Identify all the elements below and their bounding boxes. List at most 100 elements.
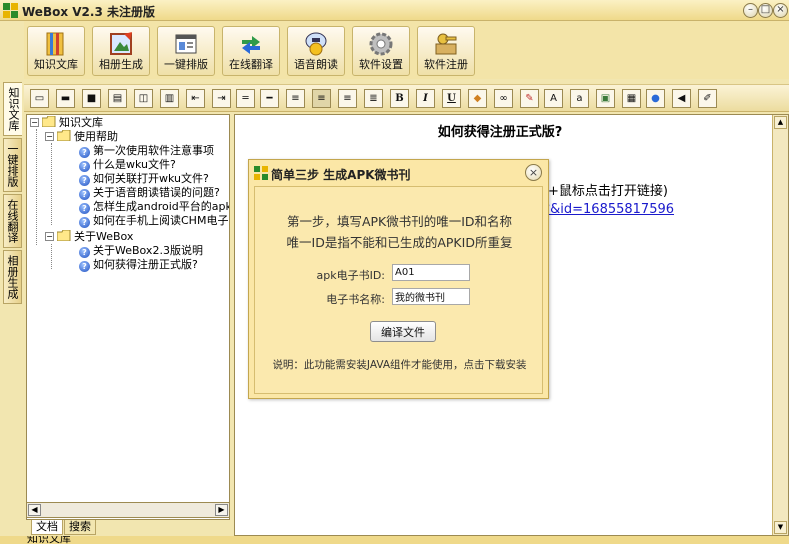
side-tab-album[interactable]: 相册生成 xyxy=(3,250,22,304)
font-button[interactable]: A xyxy=(544,89,563,108)
bold-button[interactable]: B xyxy=(390,89,409,108)
edit-image-button[interactable]: ✎ xyxy=(520,89,539,108)
print-button[interactable]: ▤ xyxy=(108,89,127,108)
align-left-button[interactable]: ≡ xyxy=(286,89,305,108)
clear-format-button[interactable]: ✐ xyxy=(698,89,717,108)
hr-thick-button[interactable]: ━ xyxy=(260,89,279,108)
tree-root[interactable]: − 知识文库 xyxy=(30,116,103,130)
tree-item[interactable]: ? 怎样生成android平台的apk xyxy=(79,200,230,214)
collapse-toggle[interactable]: − xyxy=(45,232,54,241)
hr-thick-icon: ━ xyxy=(266,93,273,104)
preview-button[interactable]: ◫ xyxy=(134,89,153,108)
document-vertical-scrollbar[interactable]: ▲ ▼ xyxy=(772,115,788,535)
software-settings-button[interactable]: 软件设置 xyxy=(352,26,410,76)
save-button[interactable]: ■ xyxy=(82,89,101,108)
underline-button[interactable]: U xyxy=(442,89,461,108)
tree-item[interactable]: ? 第一次使用软件注意事项 xyxy=(79,144,214,158)
audio-button[interactable]: ◀ xyxy=(672,89,691,108)
tab-document[interactable]: 文档 xyxy=(31,520,63,535)
online-translate-label: 在线翻译 xyxy=(229,58,273,71)
hr-button[interactable]: ═ xyxy=(236,89,255,108)
speech-read-label: 语音朗读 xyxy=(294,58,338,71)
indent-left-button[interactable]: ⇤ xyxy=(186,89,205,108)
speech-read-button[interactable]: 语音朗读 xyxy=(287,26,345,76)
indent-right-icon: ⇥ xyxy=(217,93,226,104)
maximize-button[interactable]: □ xyxy=(758,3,773,18)
question-icon: ? xyxy=(79,217,90,228)
dialog-close-button[interactable]: × xyxy=(525,164,542,181)
tree-item-selected[interactable]: ? 如何获得注册正式版? xyxy=(79,258,198,272)
find-button[interactable]: ∞ xyxy=(494,89,513,108)
translate-icon xyxy=(242,36,260,54)
tree-item[interactable]: ? 关于语音朗读错误的问题? xyxy=(79,186,220,200)
software-register-button[interactable]: 软件注册 xyxy=(417,26,475,76)
dialog-body: 第一步，填写APK微书刊的唯一ID和名称 唯一ID是指不能和已生成的APKID所… xyxy=(254,186,543,394)
open-folder-icon: ▬ xyxy=(60,93,71,104)
apk-id-input[interactable] xyxy=(392,264,470,281)
page-button[interactable]: ▥ xyxy=(160,89,179,108)
insert-image-button[interactable]: ▣ xyxy=(596,89,615,108)
align-right-icon: ≡ xyxy=(343,93,352,104)
window-title: WeBox V2.3 未注册版 xyxy=(22,5,155,19)
print-icon: ▤ xyxy=(112,93,123,104)
app-logo-icon xyxy=(254,166,268,180)
online-translate-button[interactable]: 在线翻译 xyxy=(222,26,280,76)
question-icon: ? xyxy=(79,261,90,272)
status-bar: 知识文库 xyxy=(0,536,789,544)
folder-icon xyxy=(57,130,71,141)
tree-group-about[interactable]: − 关于WeBox xyxy=(45,230,133,244)
tree-group-label: 关于WeBox xyxy=(74,230,134,243)
album-generate-button[interactable]: 相册生成 xyxy=(92,26,150,76)
document-link[interactable]: n?&id=16855817596 xyxy=(535,202,674,217)
scroll-left-arrow[interactable]: ◀ xyxy=(28,504,41,516)
text-color-button[interactable]: ◆ xyxy=(468,89,487,108)
status-text: 知识文库 xyxy=(27,536,71,544)
align-right-button[interactable]: ≡ xyxy=(338,89,357,108)
document-text: 建+鼠标点击打开链接) xyxy=(535,184,668,199)
tree-root-label: 知识文库 xyxy=(59,116,103,129)
ebook-name-input[interactable] xyxy=(392,288,470,305)
folder-icon xyxy=(42,116,56,127)
align-center-button[interactable]: ≡ xyxy=(312,89,331,108)
close-icon: × xyxy=(528,166,539,179)
tree-item[interactable]: ? 如何在手机上阅读CHM电子书 xyxy=(79,214,230,228)
indent-right-button[interactable]: ⇥ xyxy=(212,89,231,108)
collapse-toggle[interactable]: − xyxy=(45,132,54,141)
tree-item[interactable]: ? 如何关联打开wku文件? xyxy=(79,172,209,186)
indent-left-icon: ⇤ xyxy=(191,93,200,104)
minimize-button[interactable]: – xyxy=(743,3,758,18)
dialog-note[interactable]: 说明：此功能需安装JAVA组件才能使用，点击下载安装 xyxy=(255,357,544,372)
one-click-layout-label: 一键排版 xyxy=(164,58,208,71)
close-button[interactable]: × xyxy=(773,3,788,18)
side-tab-layout[interactable]: 一键排版 xyxy=(3,138,22,192)
web-button[interactable]: ● xyxy=(646,89,665,108)
tree-group-help[interactable]: − 使用帮助 xyxy=(45,130,118,144)
tree-item-label: 怎样生成android平台的apk xyxy=(93,200,230,213)
tree-item-label: 如何在手机上阅读CHM电子书 xyxy=(93,214,230,227)
font-size-button[interactable]: a xyxy=(570,89,589,108)
insert-table-button[interactable]: ▦ xyxy=(622,89,641,108)
knowledge-library-button[interactable]: 知识文库 xyxy=(27,26,85,76)
preview-icon: ◫ xyxy=(138,93,149,104)
tab-search[interactable]: 搜索 xyxy=(64,520,96,535)
tree-horizontal-scrollbar[interactable]: ◀ ▶ xyxy=(26,502,230,518)
scroll-down-arrow[interactable]: ▼ xyxy=(774,521,787,534)
tree-item-label: 第一次使用软件注意事项 xyxy=(93,144,214,157)
one-click-layout-button[interactable]: 一键排版 xyxy=(157,26,215,76)
ebook-name-label: 电子书名称: xyxy=(326,293,385,306)
scroll-right-arrow[interactable]: ▶ xyxy=(215,504,228,516)
side-tab-knowledge[interactable]: 知识文库 xyxy=(3,82,22,136)
tree-item[interactable]: ? 关于WeBox2.3版说明 xyxy=(79,244,203,258)
compile-file-button[interactable]: 编译文件 xyxy=(370,321,436,342)
page-icon: ▥ xyxy=(164,93,175,104)
open-button[interactable]: ▬ xyxy=(56,89,75,108)
italic-button[interactable]: I xyxy=(416,89,435,108)
side-tab-translate[interactable]: 在线翻译 xyxy=(3,194,22,248)
align-justify-button[interactable]: ≣ xyxy=(364,89,383,108)
collapse-toggle[interactable]: − xyxy=(30,118,39,127)
question-icon: ? xyxy=(79,147,90,158)
tree-item[interactable]: ? 什么是wku文件? xyxy=(79,158,176,172)
new-doc-button[interactable]: ▭ xyxy=(30,89,49,108)
main-toolbar: 知识文库 相册生成 一键排版 在线翻译 语音朗读 软件设置 软件注册 xyxy=(24,21,789,79)
scroll-up-arrow[interactable]: ▲ xyxy=(774,116,787,129)
